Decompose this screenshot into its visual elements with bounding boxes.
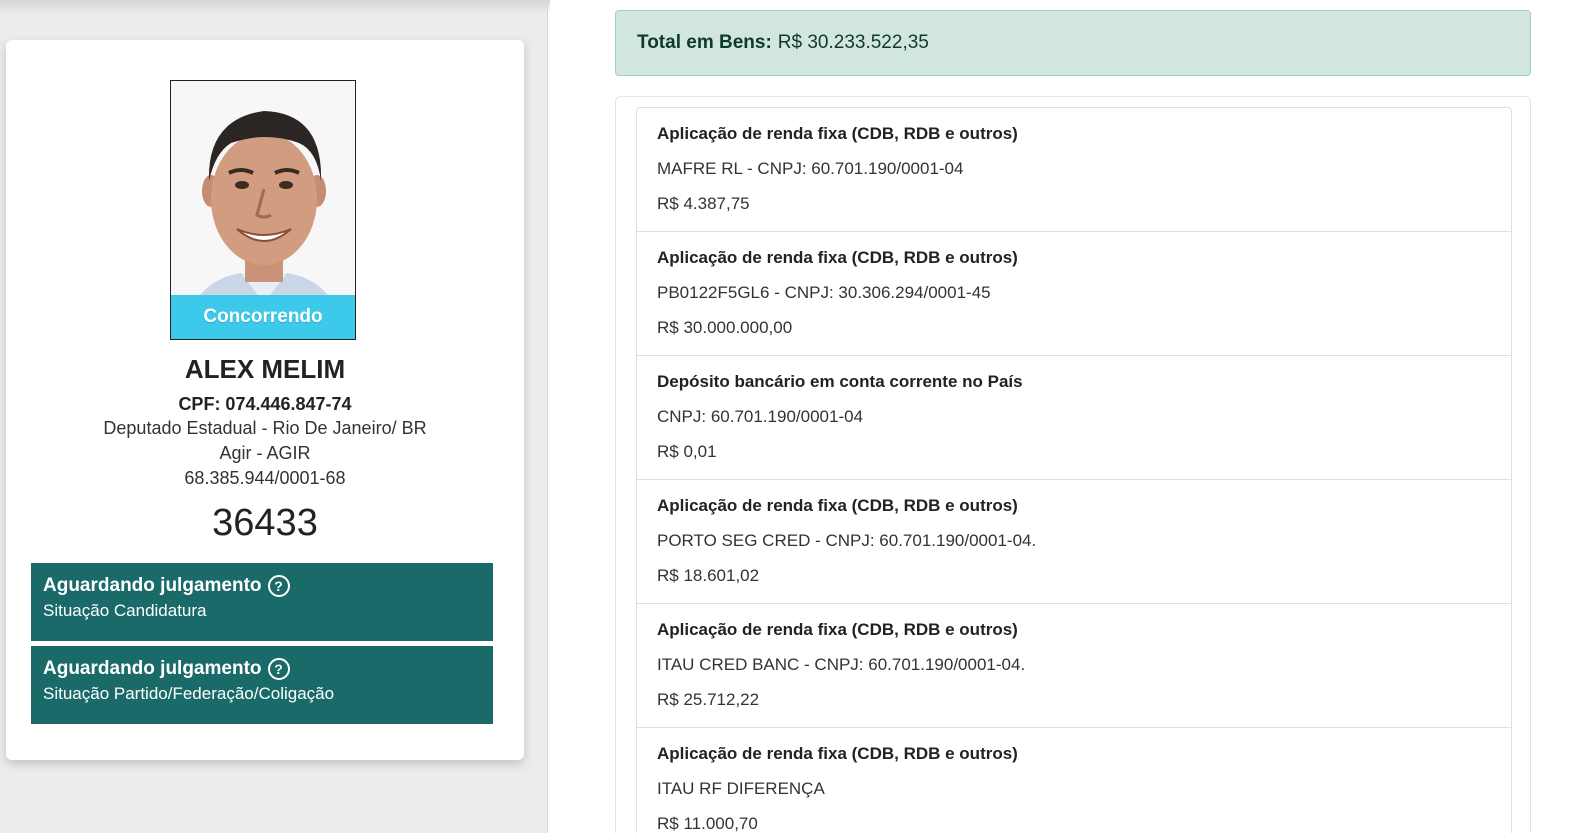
total-assets-banner: Total em Bens: R$ 30.233.522,35 — [615, 10, 1531, 76]
candidacy-status-subtitle: Situação Candidatura — [43, 601, 207, 620]
asset-description: PB0122F5GL6 - CNPJ: 30.306.294/0001-45 — [657, 283, 991, 302]
candidate-sidebar: Concorrendo ALEX MELIM CPF: 074.446.847-… — [0, 0, 550, 833]
candidate-cnpj: 68.385.944/0001-68 — [184, 468, 346, 488]
asset-value: R$ 0,01 — [657, 442, 717, 461]
asset-description: CNPJ: 60.701.190/0001-04 — [657, 407, 864, 426]
candidate-office: Deputado Estadual - Rio De Janeiro/ BR — [103, 418, 427, 438]
asset-type: Aplicação de renda fixa (CDB, RDB e outr… — [657, 124, 1018, 143]
asset-item: Aplicação de renda fixa (CDB, RDB e outr… — [637, 108, 1511, 232]
asset-description: ITAU RF DIFERENÇA — [657, 779, 825, 798]
asset-item: Aplicação de renda fixa (CDB, RDB e outr… — [637, 604, 1511, 728]
assets-section: Total em Bens: R$ 30.233.522,35 Aplicaçã… — [549, 0, 1592, 833]
candidacy-status-label: Aguardando julgamento — [43, 575, 262, 596]
candidate-name: ALEX MELIM — [184, 354, 346, 384]
total-assets-value: R$ 30.233.522,35 — [777, 32, 929, 53]
asset-item: Depósito bancário em conta corrente no P… — [637, 356, 1511, 480]
asset-type: Aplicação de renda fixa (CDB, RDB e outr… — [657, 248, 1018, 267]
party-status-subtitle: Situação Partido/Federação/Coligação — [43, 684, 335, 703]
help-icon[interactable]: ? — [267, 575, 290, 597]
asset-description: ITAU CRED BANC - CNPJ: 60.701.190/0001-0… — [657, 655, 1026, 674]
candidate-number: 36433 — [212, 502, 318, 544]
candidate-cpf: CPF: 074.446.847-74 — [178, 394, 352, 414]
asset-value: R$ 25.712,22 — [657, 690, 760, 709]
asset-description: MAFRE RL - CNPJ: 60.701.190/0001-04 — [657, 159, 964, 178]
asset-type: Aplicação de renda fixa (CDB, RDB e outr… — [657, 496, 1018, 515]
top-shadow — [0, 0, 550, 14]
asset-value: R$ 18.601,02 — [657, 566, 760, 585]
asset-item: Aplicação de renda fixa (CDB, RDB e outr… — [637, 480, 1511, 604]
asset-item: Aplicação de renda fixa (CDB, RDB e outr… — [637, 728, 1511, 833]
asset-description: PORTO SEG CRED - CNPJ: 60.701.190/0001-0… — [657, 531, 1037, 550]
candidacy-status-title: Aguardando julgamento ? — [43, 575, 481, 597]
party-status-box: Aguardando julgamento ? Situação Partido… — [31, 646, 493, 724]
candidate-party: Agir - AGIR — [219, 443, 311, 463]
candidacy-status-box: Aguardando julgamento ? Situação Candida… — [31, 563, 493, 641]
party-status-label: Aguardando julgamento — [43, 658, 262, 679]
candidate-photo: Concorrendo — [170, 80, 356, 340]
asset-value: R$ 4.387,75 — [657, 194, 750, 213]
candidacy-status-badge: Concorrendo — [171, 295, 355, 339]
asset-value: R$ 11.000,70 — [657, 814, 758, 833]
party-status-title: Aguardando julgamento ? — [43, 658, 481, 680]
help-icon[interactable]: ? — [267, 658, 290, 680]
total-assets-label: Total em Bens: — [637, 32, 772, 53]
assets-panel: Aplicação de renda fixa (CDB, RDB e outr… — [615, 96, 1531, 833]
asset-value: R$ 30.000.000,00 — [657, 318, 793, 337]
asset-type: Depósito bancário em conta corrente no P… — [657, 372, 1023, 391]
asset-type: Aplicação de renda fixa (CDB, RDB e outr… — [657, 744, 1018, 763]
asset-type: Aplicação de renda fixa (CDB, RDB e outr… — [657, 620, 1018, 639]
candidate-card: Concorrendo ALEX MELIM CPF: 074.446.847-… — [6, 40, 524, 760]
assets-list: Aplicação de renda fixa (CDB, RDB e outr… — [636, 107, 1512, 833]
asset-item: Aplicação de renda fixa (CDB, RDB e outr… — [637, 232, 1511, 356]
